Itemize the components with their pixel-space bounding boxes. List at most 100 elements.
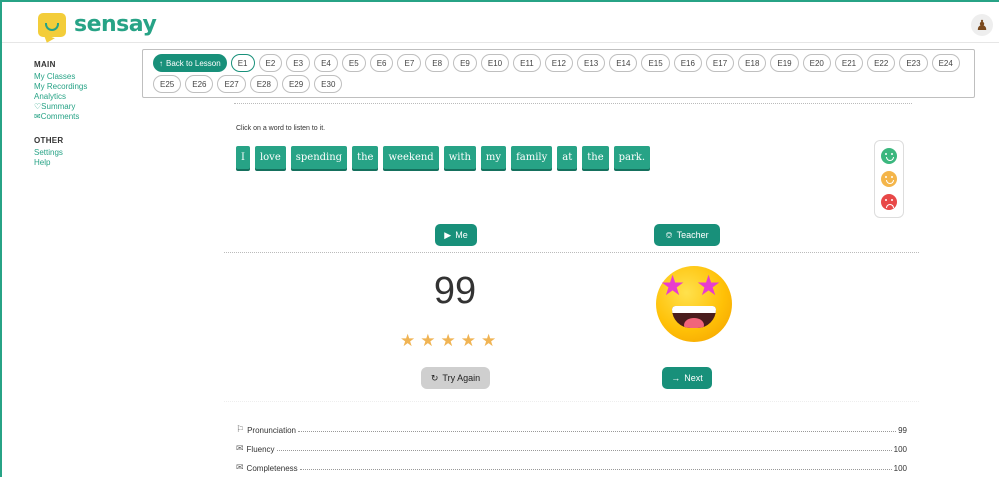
next-button[interactable]: → Next bbox=[662, 367, 712, 389]
headphones-icon: ⎊ bbox=[665, 229, 673, 240]
sentence-words: Ilove spending the weekend with my family at the… bbox=[236, 146, 651, 169]
exercise-tab-e17[interactable]: E17 bbox=[705, 54, 735, 72]
exercise-tab-e26[interactable]: E26 bbox=[185, 75, 214, 93]
try-again-button[interactable]: ↻ Try Again bbox=[421, 367, 490, 389]
metric-value: 100 bbox=[893, 464, 907, 473]
sidebar-item-settings[interactable]: Settings bbox=[34, 148, 134, 158]
exercise-tab-e2[interactable]: E2 bbox=[258, 54, 283, 72]
divider bbox=[224, 401, 919, 402]
star-rating: ★ ★ ★ ★ ★ bbox=[400, 331, 496, 351]
flag-icon: ⚐ bbox=[236, 424, 245, 434]
dotted-leader bbox=[299, 469, 892, 470]
word-button[interactable]: I bbox=[236, 146, 250, 169]
exercise-tab-e6[interactable]: E6 bbox=[369, 54, 394, 72]
exercise-tab-e9[interactable]: E9 bbox=[453, 54, 477, 72]
exercise-tab-e3[interactable]: E3 bbox=[286, 54, 311, 72]
metric-value: 100 bbox=[893, 445, 907, 454]
sidebar-item-analytics[interactable]: Analytics bbox=[34, 92, 134, 102]
exercise-tab-e30[interactable]: E30 bbox=[314, 75, 343, 93]
exercise-tab-e27[interactable]: E27 bbox=[217, 75, 246, 93]
sidebar-item-help[interactable]: Help bbox=[34, 158, 134, 168]
metric-label: Completeness bbox=[246, 464, 298, 473]
word-button[interactable]: the bbox=[582, 146, 609, 169]
sidebar-main-title: MAIN bbox=[34, 60, 56, 69]
word-button[interactable]: at bbox=[557, 146, 578, 169]
star-icon: ★ bbox=[460, 331, 476, 350]
dotted-leader bbox=[276, 450, 892, 451]
back-to-lesson-label: Back to Lesson bbox=[166, 58, 221, 68]
exercise-tab-e14[interactable]: E14 bbox=[609, 54, 638, 72]
exercise-tab-e22[interactable]: E22 bbox=[867, 54, 896, 72]
speech-bubble-icon: ✉ bbox=[236, 462, 244, 472]
word-button[interactable]: with bbox=[443, 146, 476, 169]
back-to-lesson-button[interactable]: ↑ Back to Lesson bbox=[153, 54, 227, 72]
exercise-tab-e24[interactable]: E24 bbox=[931, 54, 960, 72]
exercise-tab-e7[interactable]: E7 bbox=[397, 54, 422, 72]
sad-face-icon[interactable] bbox=[881, 194, 897, 211]
exercise-tab-e19[interactable]: E19 bbox=[770, 54, 799, 72]
exercise-tab-e10[interactable]: E10 bbox=[480, 54, 510, 72]
metric-label: Fluency bbox=[246, 445, 275, 454]
sidebar-item-summary-label: Summary bbox=[41, 102, 76, 111]
exercise-tab-e18[interactable]: E18 bbox=[738, 54, 767, 72]
exercise-tab-e8[interactable]: E8 bbox=[425, 54, 450, 72]
sidebar-item-summary[interactable]: ♡Summary bbox=[34, 102, 134, 112]
exercise-tab-e4[interactable]: E4 bbox=[314, 54, 338, 72]
sidebar: MAIN My Classes My Recordings Analytics … bbox=[34, 60, 134, 168]
logo[interactable]: sensay bbox=[38, 12, 157, 37]
sidebar-other-title: OTHER bbox=[34, 136, 64, 145]
score-value: 99 bbox=[433, 270, 477, 312]
exercise-tab-e11[interactable]: E11 bbox=[513, 54, 541, 72]
divider bbox=[224, 252, 919, 253]
word-button[interactable]: the bbox=[352, 146, 379, 169]
word-button[interactable]: spending bbox=[290, 146, 348, 169]
word-button[interactable]: love bbox=[254, 146, 286, 169]
exercise-tab-e16[interactable]: E16 bbox=[673, 54, 702, 72]
exercise-tab-e29[interactable]: E29 bbox=[281, 75, 311, 93]
logo-chat-icon bbox=[38, 12, 66, 37]
exercise-tab-e15[interactable]: E15 bbox=[641, 54, 670, 72]
self-rating-panel bbox=[874, 140, 904, 218]
dotted-leader bbox=[298, 431, 897, 432]
exercise-tab-e23[interactable]: E23 bbox=[899, 54, 928, 72]
star-struck-emoji-icon: ★ ★ bbox=[656, 266, 732, 342]
sidebar-item-comments[interactable]: ✉Comments bbox=[34, 112, 134, 122]
sidebar-item-my-recordings[interactable]: My Recordings bbox=[34, 82, 134, 92]
star-icon: ★ bbox=[481, 331, 497, 350]
star-icon: ★ bbox=[400, 331, 416, 350]
exercise-tab-e1[interactable]: E1 bbox=[230, 54, 255, 72]
arrow-up-icon: ↑ bbox=[159, 58, 163, 68]
word-button[interactable]: family bbox=[511, 146, 553, 169]
exercise-row-1: ↑ Back to Lesson E1 E2 E3 E4 E5 E6 E7 E8 E9 E10 E1… bbox=[153, 54, 964, 72]
exercise-row-2: E25 E26 E27 E28 E29 E30 bbox=[153, 75, 964, 93]
refresh-icon: ↻ bbox=[430, 372, 439, 383]
exercise-tab-e13[interactable]: E13 bbox=[576, 54, 606, 72]
score-breakdown: ⚐ Pronunciation 99 ✉ Fluency 100 ✉ Completeness… bbox=[236, 419, 907, 476]
exercise-tab-e5[interactable]: E5 bbox=[341, 54, 366, 72]
metric-row-completeness: ✉ Completeness 100 bbox=[236, 457, 907, 473]
word-button[interactable]: weekend bbox=[383, 146, 439, 169]
comments-icon: ✉ bbox=[34, 112, 41, 121]
speech-bubble-icon: ✉ bbox=[236, 443, 244, 453]
brand-name: sensay bbox=[74, 12, 157, 37]
metric-value: 99 bbox=[898, 426, 907, 435]
play-teacher-button[interactable]: ⎊ Teacher bbox=[654, 224, 720, 246]
word-button[interactable]: my bbox=[480, 146, 507, 169]
user-avatar[interactable]: ♟ bbox=[971, 14, 993, 36]
app-window: sensay ♟ MAIN My Classes My Recordings A… bbox=[0, 0, 999, 477]
exercise-tab-e20[interactable]: E20 bbox=[802, 54, 831, 72]
metric-row-fluency: ✉ Fluency 100 bbox=[236, 438, 907, 454]
play-icon: ▶ bbox=[444, 229, 452, 240]
play-me-button[interactable]: ▶ Me bbox=[435, 224, 477, 246]
exercise-tab-e28[interactable]: E28 bbox=[249, 75, 278, 93]
word-button[interactable]: park. bbox=[613, 146, 651, 169]
happy-face-icon[interactable] bbox=[881, 147, 897, 164]
neutral-face-icon[interactable] bbox=[881, 170, 897, 187]
exercise-tab-e12[interactable]: E12 bbox=[544, 54, 573, 72]
play-teacher-label: Teacher bbox=[676, 230, 709, 240]
play-me-label: Me bbox=[455, 230, 468, 240]
sidebar-item-comments-label: Comments bbox=[40, 112, 80, 121]
exercise-tab-e21[interactable]: E21 bbox=[834, 54, 864, 72]
sidebar-item-my-classes[interactable]: My Classes bbox=[34, 72, 134, 82]
exercise-tab-e25[interactable]: E25 bbox=[153, 75, 182, 93]
